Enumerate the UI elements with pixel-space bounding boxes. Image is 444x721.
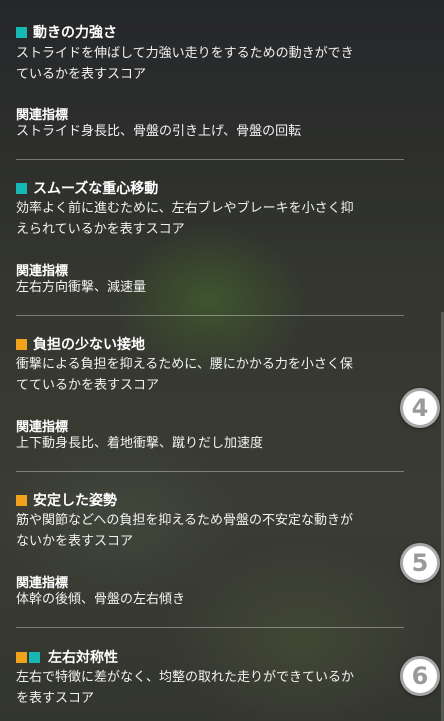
related-metrics: ストライド身長比、骨盤の引き上げ、骨盤の回転 [16,124,302,139]
related-metrics: 上下動身長比、着地衝撃、蹴りだし加速度 [16,436,264,451]
description-line: ているかを表すスコア [16,67,147,82]
section-description: 筋や関節などへの負担を抑えるため骨盤の不安定な動きが ないかを表すスコア [16,510,408,552]
section-description: 左右で特徴に差がなく、均整の取れた走りができているか を表すスコア [16,667,408,709]
section-description: 衝撃による負担を抑えるために、腰にかかる力を小さく保 てているかを表すスコア [16,354,408,396]
orange-square-icon [16,651,27,663]
orange-square-icon [16,338,27,350]
section-title: 安定した姿勢 [33,493,117,509]
teal-square-icon [16,182,27,194]
section-heading-power: 動きの力強さ [16,22,117,42]
divider [16,315,404,316]
divider [16,627,404,628]
section-title: 負担の少ない接地 [33,337,145,353]
description-line: 効率よく前に進むために、左右ブレやブレーキを小さく抑 [16,201,354,216]
section-heading-symmetry: 左右対称性 [16,647,118,667]
description-line: 左右で特徴に差がなく、均整の取れた走りができているか [16,670,355,685]
related-metrics: 体幹の後傾、骨盤の左右傾き [16,592,186,607]
related-metrics: 左右方向衝撃、減速量 [16,280,147,295]
section-description: 効率よく前に進むために、左右ブレやブレーキを小さく抑 えられているかを表すスコア [16,198,408,240]
divider [16,159,404,160]
description-line: えられているかを表すスコア [16,222,185,237]
callout-marker-6: 6 [400,656,440,696]
description-line: を表すスコア [16,691,95,706]
section-heading-posture: 安定した姿勢 [16,490,117,510]
description-line: 筋や関節などへの負担を抑えるため骨盤の不安定な動きが [16,513,353,528]
section-description: ストライドを伸ばして力強い走りをするための動きができ ているかを表すスコア [16,43,408,85]
callout-marker-5: 5 [400,543,440,583]
section-heading-smooth: スムーズな重心移動 [16,178,158,198]
callout-marker-4: 4 [400,388,440,428]
section-title: 動きの力強さ [33,25,117,41]
divider [16,471,404,472]
teal-square-icon [16,26,27,38]
description-line: 衝撃による負担を抑えるために、腰にかかる力を小さく保 [16,357,353,372]
orange-square-icon [16,494,27,506]
section-title: 左右対称性 [48,650,118,666]
description-line: てているかを表すスコア [16,378,160,393]
section-heading-landing: 負担の少ない接地 [16,334,145,354]
section-title: スムーズな重心移動 [33,181,159,197]
teal-square-icon [29,651,40,663]
description-line: ストライドを伸ばして力強い走りをするための動きができ [16,46,354,61]
description-line: ないかを表すスコア [16,534,134,549]
